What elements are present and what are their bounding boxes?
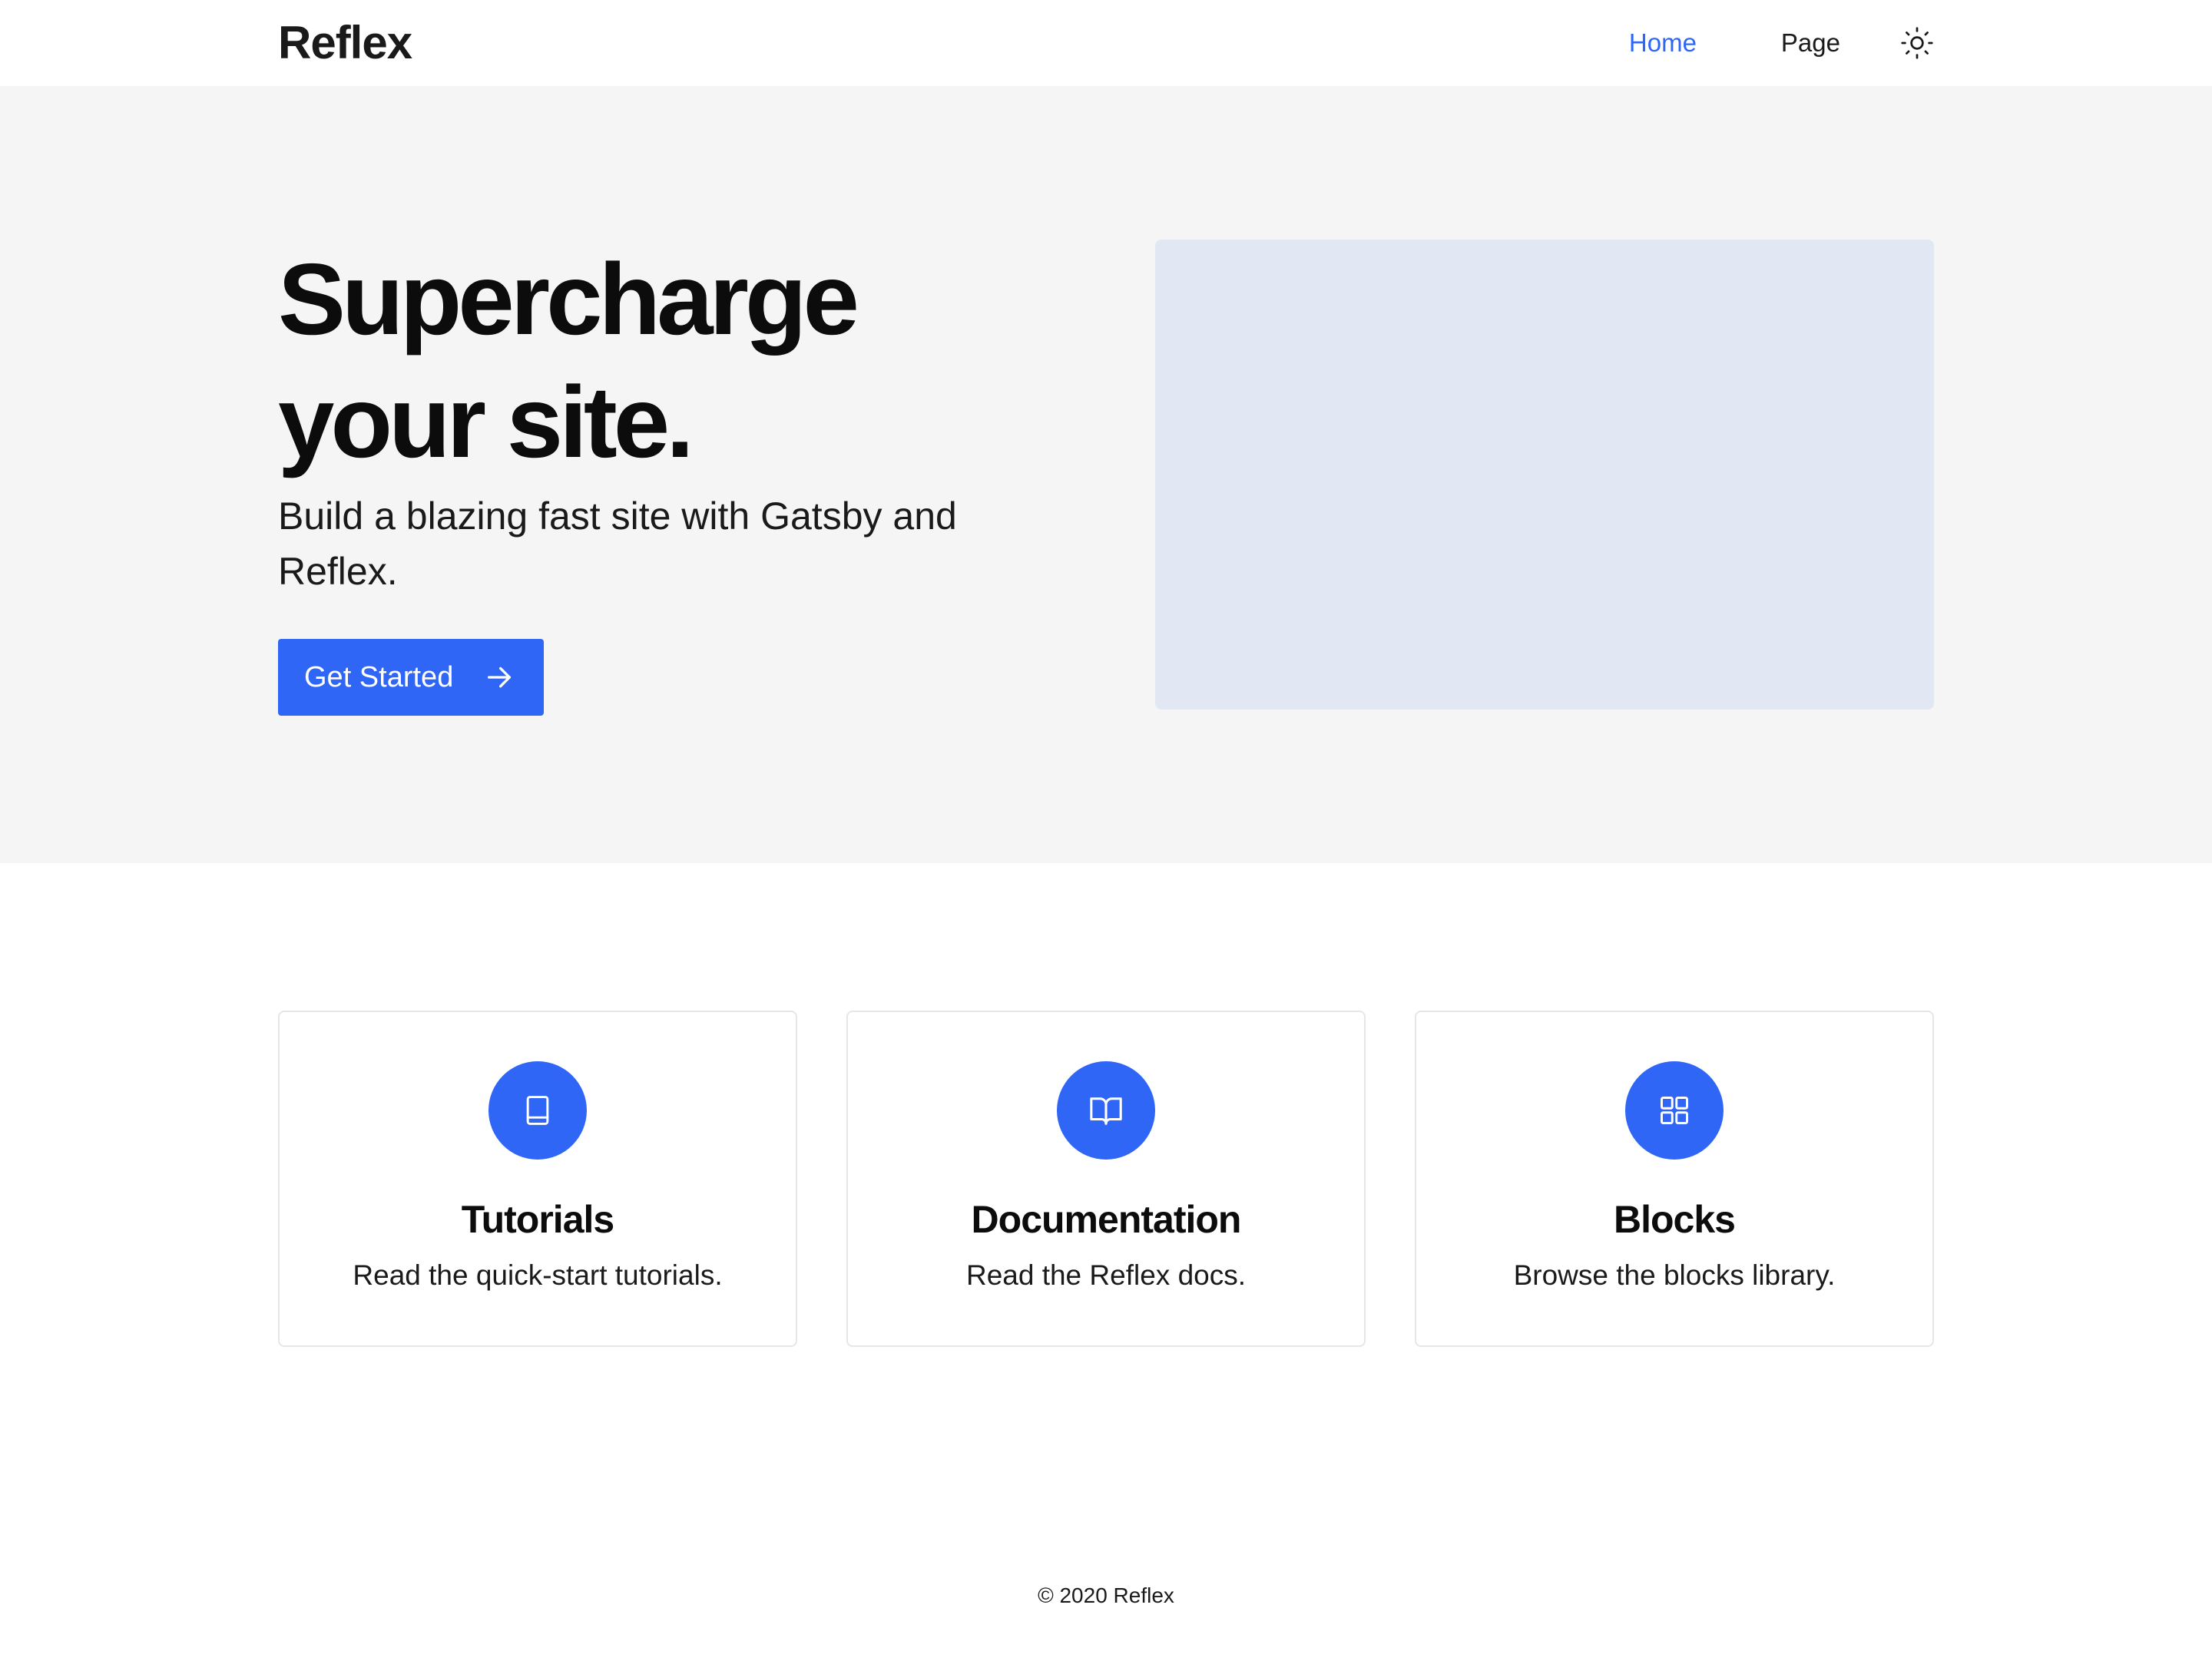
hero-image-placeholder (1155, 240, 1934, 710)
nav-link-home[interactable]: Home (1629, 28, 1697, 58)
feature-card-documentation[interactable]: Documentation Read the Reflex docs. (846, 1011, 1366, 1347)
book-icon (526, 1096, 549, 1125)
arrow-right-icon (488, 667, 511, 688)
feature-icon-badge (1057, 1061, 1155, 1160)
sun-icon (1901, 27, 1933, 59)
feature-title: Documentation (971, 1198, 1242, 1241)
feature-title: Blocks (1614, 1198, 1736, 1241)
book-open-icon (1090, 1097, 1122, 1125)
theme-toggle-button[interactable] (1900, 26, 1934, 60)
main-nav: Home Page (1545, 0, 1934, 86)
feature-description: Read the quick-start tutorials. (353, 1259, 723, 1291)
brand-logo[interactable]: Reflex (278, 14, 412, 72)
hero-title: Supercharge your site. (278, 238, 969, 484)
site-header: Reflex Home Page (0, 0, 2212, 86)
nav-link-page[interactable]: Page (1781, 28, 1840, 58)
feature-description: Browse the blocks library. (1513, 1259, 1836, 1291)
copyright-text: © 2020 Reflex (1038, 1583, 1174, 1607)
grid-icon (1661, 1097, 1688, 1124)
feature-card-blocks[interactable]: Blocks Browse the blocks library. (1415, 1011, 1934, 1347)
hero-section: Supercharge your site. Build a blazing f… (0, 86, 2212, 863)
feature-icon-badge (488, 1061, 587, 1160)
site-footer: © 2020 Reflex (0, 1580, 2212, 1611)
hero-subtitle: Build a blazing fast site with Gatsby an… (278, 495, 957, 593)
hero-title-line-2: your site. (278, 366, 694, 478)
hero-title-line-1: Supercharge (278, 243, 859, 356)
feature-card-tutorials[interactable]: Tutorials Read the quick-start tutorials… (278, 1011, 797, 1347)
feature-title: Tutorials (461, 1198, 614, 1241)
feature-icon-badge (1625, 1061, 1724, 1160)
get-started-button[interactable]: Get Started (278, 639, 544, 716)
feature-description: Read the Reflex docs. (965, 1259, 1247, 1291)
get-started-label: Get Started (304, 660, 454, 693)
